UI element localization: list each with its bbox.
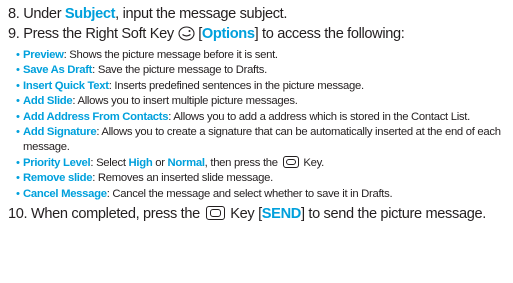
option-description: : Allows you to insert multiple picture … [72, 95, 298, 108]
right-soft-key-icon [177, 26, 195, 47]
option-description: : Save the picture message to Drafts. [92, 64, 267, 77]
step-text: [ [194, 26, 202, 42]
bullet: • [16, 126, 20, 139]
list-item: • Add Address From Contacts: Allows you t… [16, 110, 513, 125]
option-description: , then press the [204, 156, 281, 169]
step-8: 8. Under Subject, input the message subj… [8, 4, 513, 24]
step-text: When completed, press the [30, 206, 204, 223]
keyword-normal: Normal [167, 156, 205, 169]
option-description: : Removes an inserted slide message. [92, 172, 273, 185]
keyword-subject: Subject [64, 6, 116, 22]
list-item: • Cancel Message: Cancel the message and … [16, 187, 513, 202]
option-label: Save As Draft [23, 64, 93, 77]
list-item: • Insert Quick Text: Inserts predefined s… [16, 79, 513, 94]
list-item: • Add Signature: Allows you to create a s… [16, 125, 513, 156]
step-text: Under [23, 6, 65, 22]
option-label: Add Address From Contacts [23, 110, 169, 123]
ok-key-icon [205, 206, 225, 221]
list-item: • Remove slide: Removes an inserted slide… [16, 171, 513, 186]
keyword-high: High [128, 156, 153, 169]
bullet: • [16, 110, 20, 123]
step-number: 10. [8, 206, 28, 223]
option-label: Insert Quick Text [23, 79, 109, 92]
bullet: • [16, 172, 20, 185]
step-text: Key [ [226, 206, 262, 223]
ok-key-icon [282, 155, 299, 168]
option-label: Cancel Message [23, 187, 107, 200]
manual-page: 8. Under Subject, input the message subj… [0, 0, 513, 283]
bullet: • [16, 156, 20, 169]
option-label: Add Slide [23, 95, 73, 108]
step-text: ] to send the picture message. [300, 206, 486, 223]
step-text: ] to access the following: [254, 26, 405, 42]
option-description: : Inserts predefined sentences in the pi… [108, 79, 364, 92]
list-item: • Add Slide: Allows you to insert multipl… [16, 94, 513, 109]
option-label: Add Signature [23, 126, 97, 139]
option-description: : Allows you to add a address which is s… [168, 110, 470, 123]
step-number: 9. [8, 26, 20, 42]
bullet: • [16, 95, 20, 108]
step-number: 8. [8, 6, 20, 22]
option-description: Key. [300, 156, 324, 169]
option-description: : Shows the picture message before it is… [63, 49, 278, 61]
list-item: • Priority Level: Select High or Normal, … [16, 155, 513, 171]
list-item: • Preview: Shows the picture message befo… [16, 48, 513, 63]
bullet: • [16, 187, 20, 200]
step-9: 9. Press the Right Soft Key [Options] to… [8, 24, 513, 47]
option-label: Preview [23, 49, 64, 61]
list-item: • Save As Draft: Save the picture message… [16, 63, 513, 78]
step-text: Press the Right Soft Key [23, 26, 178, 42]
bullet: • [16, 64, 20, 77]
step-10: 10. When completed, press the Key [SEND]… [8, 204, 513, 224]
option-description: or [152, 156, 168, 169]
bullet: • [16, 49, 20, 61]
option-description: : Cancel the message and select whether … [106, 187, 393, 200]
keyword-options: Options [201, 26, 255, 42]
bullet: • [16, 79, 20, 92]
option-label: Priority Level [23, 156, 91, 169]
options-list: • Preview: Shows the picture message befo… [8, 48, 513, 202]
step-text: , input the message subject. [115, 6, 288, 22]
option-label: Remove slide [23, 172, 93, 185]
option-description: : Select [90, 156, 129, 169]
keyword-send: SEND [261, 206, 302, 223]
